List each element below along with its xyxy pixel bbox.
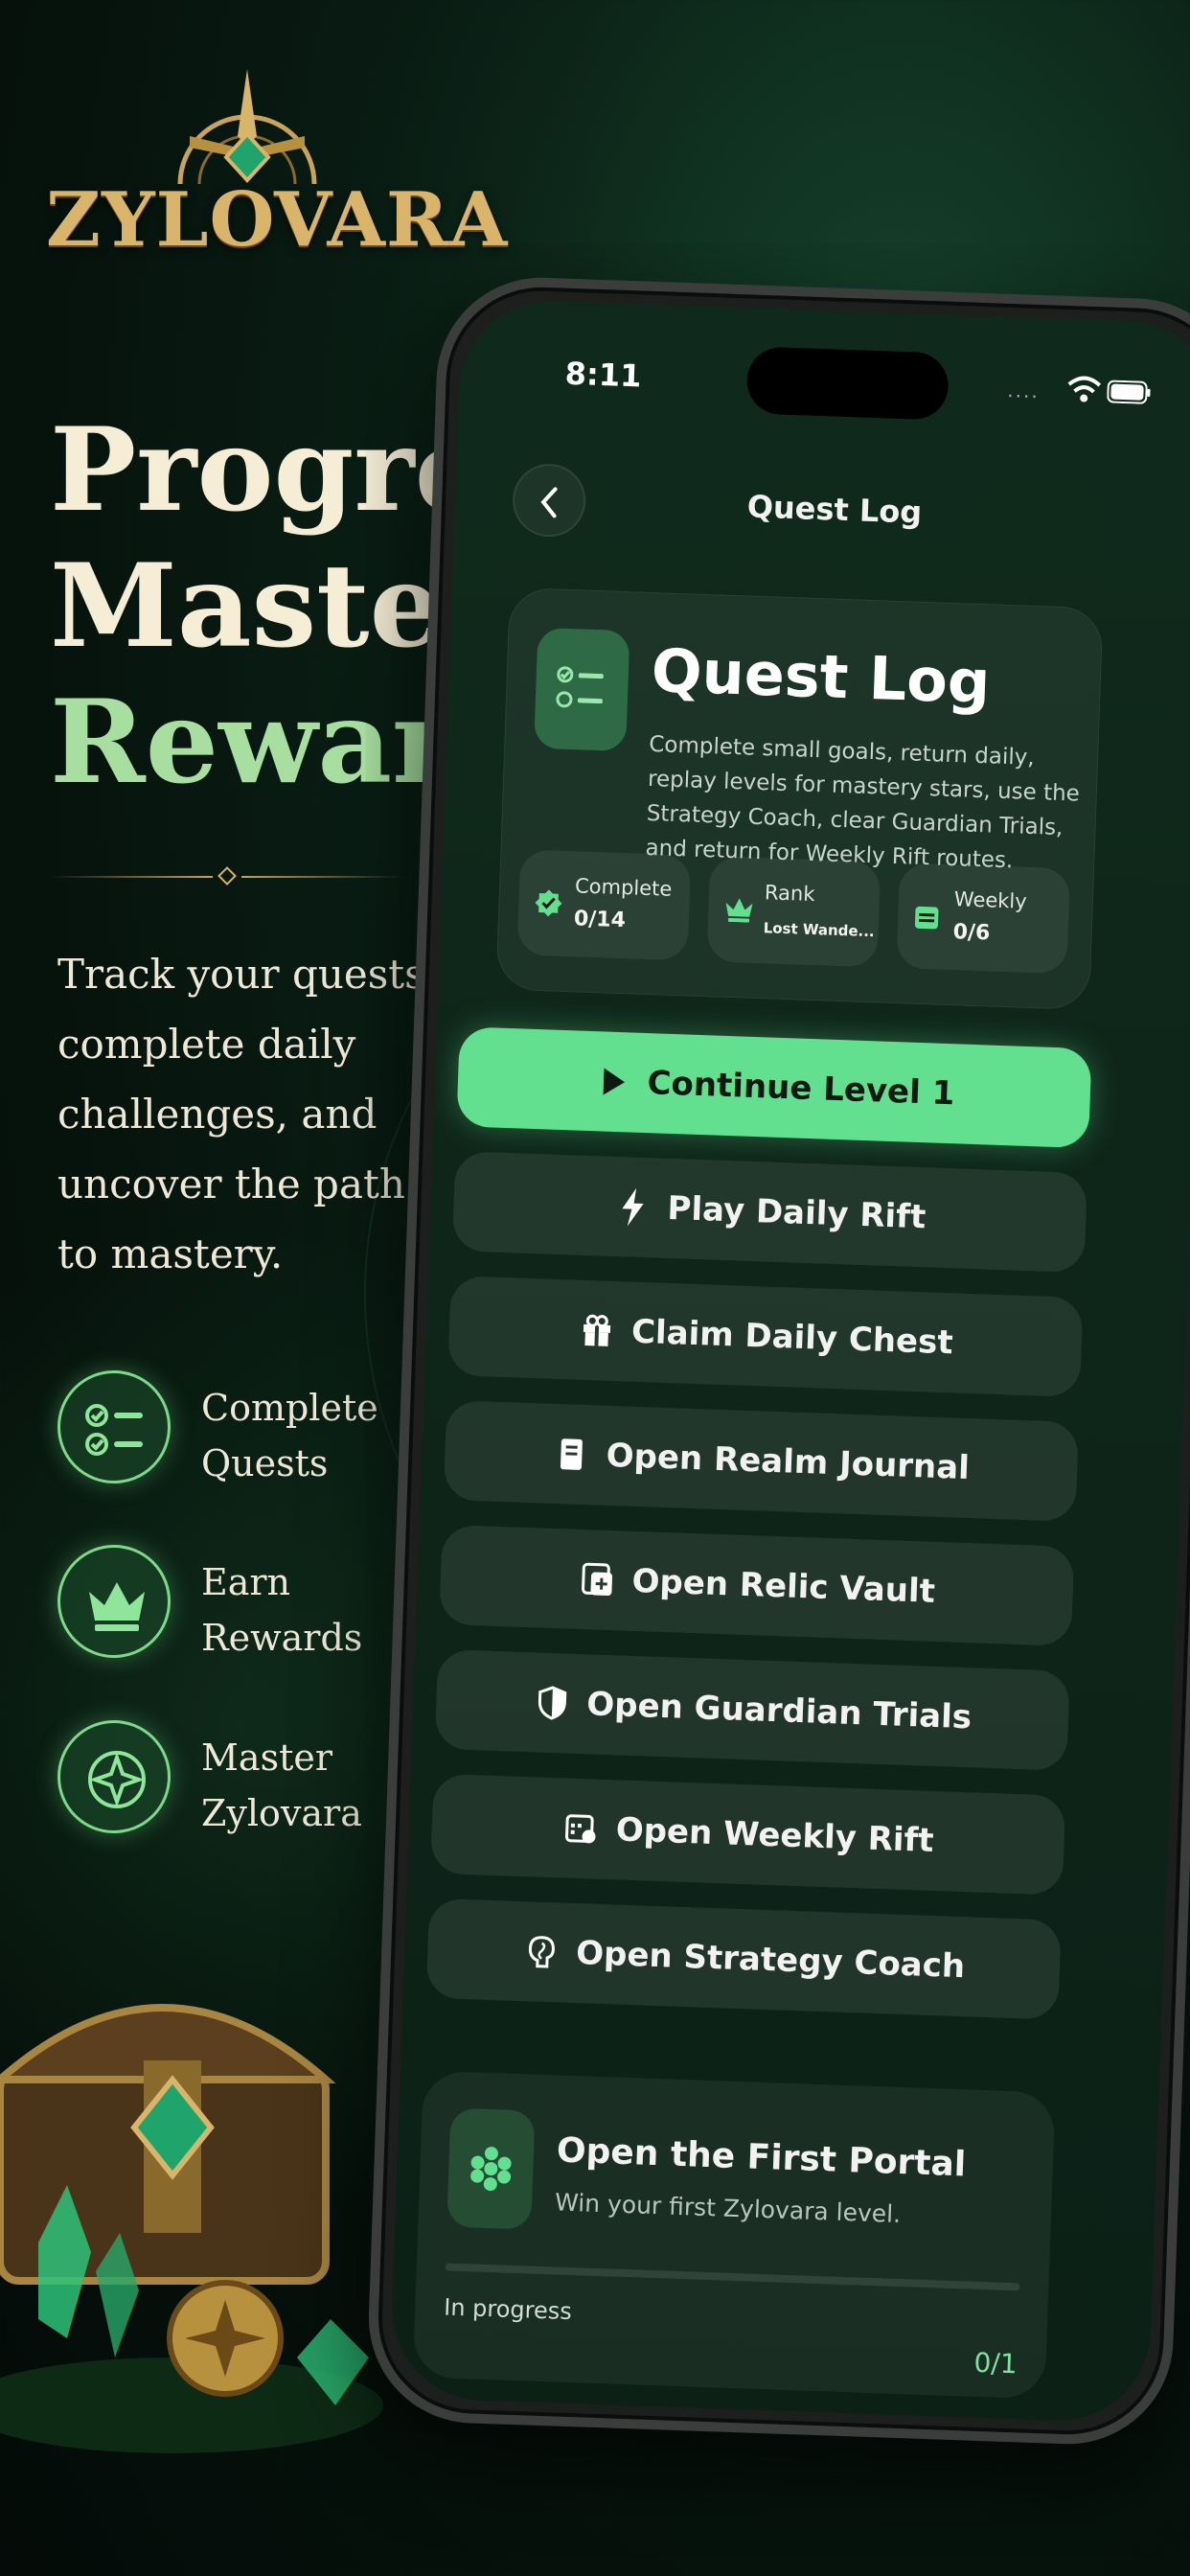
button-label: Open Strategy Coach xyxy=(575,1934,966,1987)
button-label: Claim Daily Chest xyxy=(630,1312,954,1363)
compass-emblem-icon xyxy=(177,69,317,185)
feature-label: Earn Rewards xyxy=(201,1561,363,1659)
open-weekly-rift-button[interactable]: Open Weekly Rift xyxy=(430,1773,1066,1896)
phone-screen: 8:11 ···· Quest Log Quest Log Complete s… xyxy=(388,297,1190,2425)
portal-cluster-icon xyxy=(446,2107,536,2230)
treasure-chest-illustration xyxy=(0,2004,383,2453)
quest-log-summary-card: Quest Log Complete small goals, return d… xyxy=(495,586,1104,1011)
signal-icon: ···· xyxy=(1006,383,1041,408)
check-badge-icon xyxy=(535,889,562,917)
brain-icon xyxy=(522,1932,561,1971)
checklist-icon xyxy=(534,627,630,752)
shield-icon xyxy=(533,1683,572,1722)
diamond-icon xyxy=(217,866,237,886)
button-label: Continue Level 1 xyxy=(646,1064,955,1114)
feature-label: Master Zylovara xyxy=(201,1736,362,1834)
open-realm-journal-button[interactable]: Open Realm Journal xyxy=(443,1399,1079,1522)
calendar-icon xyxy=(561,1808,601,1848)
quest-count: 0/1 xyxy=(973,2346,1018,2380)
intro-line: uncover the path xyxy=(57,1161,405,1208)
intro-text: Track your quests, complete daily challe… xyxy=(57,939,441,1289)
feature-label: Complete Quests xyxy=(201,1387,378,1484)
stat-weekly: Weekly 0/6 xyxy=(896,862,1071,975)
stat-rank: Rank Lost Wande... xyxy=(706,856,881,968)
play-icon xyxy=(593,1062,632,1101)
calendar-icon xyxy=(914,906,939,930)
stat-value: 0/6 xyxy=(952,920,991,946)
intro-line: to mastery. xyxy=(57,1230,284,1277)
brand-logo: ZYLOVARA xyxy=(46,69,509,299)
quest-title: Open the First Portal xyxy=(556,2130,967,2185)
button-label: Open Weekly Rift xyxy=(615,1810,935,1860)
stat-complete: Complete 0/14 xyxy=(516,849,692,961)
open-guardian-trials-button[interactable]: Open Guardian Trials xyxy=(434,1648,1070,1771)
checklist-icon xyxy=(57,1370,171,1484)
stat-value: Lost Wande... xyxy=(763,919,875,941)
crown-icon xyxy=(725,898,753,923)
crown-icon xyxy=(57,1545,171,1658)
compass-star-icon xyxy=(57,1720,171,1833)
play-daily-rift-button[interactable]: Play Daily Rift xyxy=(451,1151,1088,1274)
battery-icon xyxy=(1107,380,1151,404)
intro-line: complete daily xyxy=(57,1021,356,1068)
hero-description: Complete small goals, return daily, repl… xyxy=(645,731,1081,874)
claim-daily-chest-button[interactable]: Claim Daily Chest xyxy=(447,1276,1084,1398)
intro-line: challenges, and xyxy=(57,1091,378,1138)
continue-level-button[interactable]: Continue Level 1 xyxy=(456,1026,1092,1149)
hero-title: Quest Log xyxy=(650,635,992,718)
button-label: Play Daily Rift xyxy=(666,1188,927,1237)
vault-icon xyxy=(578,1560,617,1599)
stat-value: 0/14 xyxy=(573,907,627,933)
button-label: Open Relic Vault xyxy=(630,1561,936,1611)
dynamic-island xyxy=(745,346,950,421)
quest-progress-bar xyxy=(445,2263,1020,2291)
wifi-icon xyxy=(1067,376,1102,402)
open-relic-vault-button[interactable]: Open Relic Vault xyxy=(439,1524,1075,1646)
quest-subtitle: Win your first Zylovara level. xyxy=(554,2188,902,2229)
stat-label: Complete xyxy=(574,874,673,901)
first-portal-quest-card[interactable]: Open the First Portal Win your first Zyl… xyxy=(412,2070,1056,2400)
phone-mockup: 8:11 ···· Quest Log Quest Log Complete s… xyxy=(365,274,1190,2448)
status-icons: ···· xyxy=(1007,373,1152,408)
logo-wordmark: ZYLOVARA xyxy=(46,176,509,264)
intro-line: Track your quests, xyxy=(57,951,439,998)
button-label: Open Guardian Trials xyxy=(585,1685,973,1737)
bolt-icon xyxy=(613,1187,652,1227)
open-strategy-coach-button[interactable]: Open Strategy Coach xyxy=(425,1898,1062,2020)
button-label: Open Realm Journal xyxy=(606,1436,971,1488)
journal-icon xyxy=(552,1435,591,1474)
stat-label: Rank xyxy=(764,881,815,907)
stat-label: Weekly xyxy=(953,887,1028,913)
ornamental-divider xyxy=(50,866,404,886)
gift-icon xyxy=(577,1311,616,1350)
quest-status: In progress xyxy=(443,2293,573,2326)
status-time: 8:11 xyxy=(564,355,643,395)
